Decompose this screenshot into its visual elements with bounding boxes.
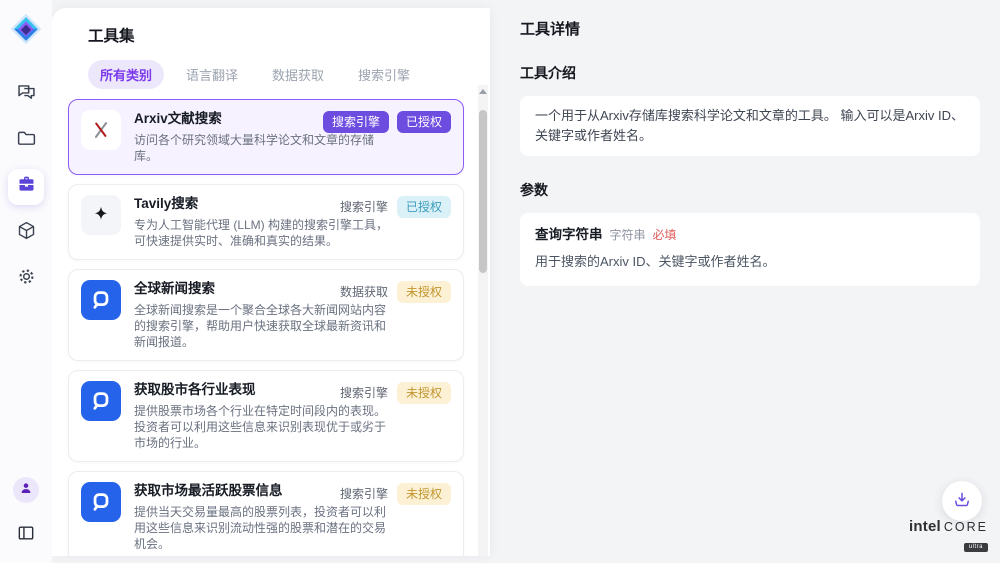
sparkle-icon <box>81 195 121 235</box>
tool-description: 全球新闻搜索是一个聚合全球各大新闻网站内容的搜索引擎，帮助用户快速获取全球最新资… <box>134 302 396 350</box>
details-title: 工具详情 <box>520 18 980 39</box>
scrollbar-up-arrow-icon[interactable] <box>479 89 487 94</box>
scrollbar-thumb[interactable] <box>479 110 487 273</box>
auth-status-badge: 已授权 <box>397 111 451 133</box>
brand-core-text: CORE <box>944 520 988 534</box>
tab-search-engine[interactable]: 搜索引擎 <box>346 60 422 89</box>
intro-heading: 工具介绍 <box>520 63 980 83</box>
intel-core-logo: intel CORE ultra <box>909 518 988 553</box>
category-tabs: 所有类别 语言翻译 数据获取 搜索引擎 <box>52 46 490 89</box>
sidebar-item-settings[interactable] <box>8 261 44 297</box>
q-logo-icon <box>81 482 121 522</box>
user-avatar[interactable] <box>13 477 39 503</box>
category-badge: 搜索引擎 <box>339 382 389 404</box>
auth-status-badge: 未授权 <box>397 281 451 303</box>
tab-language-translation[interactable]: 语言翻译 <box>174 60 250 89</box>
app-window: 工具集 所有类别 语言翻译 数据获取 搜索引擎 Arxiv文献搜索 访问各个研究… <box>0 0 1000 563</box>
gear-icon <box>16 266 37 292</box>
intro-text: 一个用于从Arxiv存储库搜索科学论文和文章的工具。 输入可以是Arxiv ID… <box>520 96 980 156</box>
tool-card-sector-performance[interactable]: 获取股市各行业表现 提供股票市场各个行业在特定时间段内的表现。投资者可以利用这些… <box>68 370 464 462</box>
tool-card-arxiv[interactable]: Arxiv文献搜索 访问各个研究领域大量科学论文和文章的存储库。 搜索引擎 已授… <box>68 99 464 175</box>
auth-status-badge: 已授权 <box>397 196 451 218</box>
arxiv-logo-icon <box>81 110 121 150</box>
q-logo-icon <box>81 381 121 421</box>
panel-collapse-icon <box>16 523 36 548</box>
sidebar-item-packages[interactable] <box>8 215 44 251</box>
brand-ultra-badge: ultra <box>964 543 988 552</box>
cube-icon <box>16 220 37 246</box>
auth-status-badge: 未授权 <box>397 483 451 505</box>
person-icon <box>18 480 34 501</box>
sidebar <box>0 0 52 563</box>
download-button[interactable] <box>942 481 982 521</box>
app-logo-icon <box>9 12 43 51</box>
tool-description: 访问各个研究领域大量科学论文和文章的存储库。 <box>134 132 396 164</box>
tool-description: 专为人工智能代理 (LLM) 构建的搜索引擎工具，可快速提供实时、准确和真实的结… <box>134 217 396 249</box>
tool-list: Arxiv文献搜索 访问各个研究领域大量科学论文和文章的存储库。 搜索引擎 已授… <box>68 99 464 556</box>
toolset-title: 工具集 <box>52 8 490 46</box>
parameter-type: 字符串 <box>610 225 646 245</box>
toolset-panel: 工具集 所有类别 语言翻译 数据获取 搜索引擎 Arxiv文献搜索 访问各个研究… <box>52 8 490 556</box>
tool-description: 提供当天交易量最高的股票列表，投资者可以利用这些信息来识别流动性强的股票和潜在的… <box>134 504 396 552</box>
tool-description: 提供股票市场各个行业在特定时间段内的表现。投资者可以利用这些信息来识别表现优于或… <box>134 403 396 451</box>
folder-icon <box>16 128 37 154</box>
parameter-required-flag: 必填 <box>653 225 677 245</box>
sidebar-item-tools[interactable] <box>8 169 44 205</box>
collapse-sidebar-button[interactable] <box>8 517 44 553</box>
download-icon <box>952 490 972 513</box>
tool-details-panel: 工具详情 工具介绍 一个用于从Arxiv存储库搜索科学论文和文章的工具。 输入可… <box>490 0 1000 563</box>
parameter-name: 查询字符串 <box>535 225 603 245</box>
parameter-description: 用于搜索的Arxiv ID、关键字或作者姓名。 <box>535 252 965 272</box>
q-logo-icon <box>81 280 121 320</box>
toolbox-icon <box>16 174 37 200</box>
category-badge: 搜索引擎 <box>323 111 389 133</box>
auth-status-badge: 未授权 <box>397 382 451 404</box>
category-badge: 搜索引擎 <box>339 196 389 218</box>
tool-card-tavily[interactable]: Tavily搜索 专为人工智能代理 (LLM) 构建的搜索引擎工具，可快速提供实… <box>68 184 464 260</box>
params-heading: 参数 <box>520 180 980 200</box>
sidebar-item-files[interactable] <box>8 123 44 159</box>
category-badge: 搜索引擎 <box>339 483 389 505</box>
list-scrollbar[interactable] <box>478 85 488 556</box>
tool-card-global-news[interactable]: 全球新闻搜索 全球新闻搜索是一个聚合全球各大新闻网站内容的搜索引擎，帮助用户快速… <box>68 269 464 361</box>
parameter-card: 查询字符串 字符串 必填 用于搜索的Arxiv ID、关键字或作者姓名。 <box>520 213 980 286</box>
tab-all-categories[interactable]: 所有类别 <box>88 60 164 89</box>
chat-icon <box>16 82 37 108</box>
sidebar-item-chat[interactable] <box>8 77 44 113</box>
category-badge: 数据获取 <box>339 281 389 303</box>
tab-data-acquisition[interactable]: 数据获取 <box>260 60 336 89</box>
brand-intel-text: intel <box>909 518 941 535</box>
tool-card-active-stocks[interactable]: 获取市场最活跃股票信息 提供当天交易量最高的股票列表，投资者可以利用这些信息来识… <box>68 471 464 556</box>
